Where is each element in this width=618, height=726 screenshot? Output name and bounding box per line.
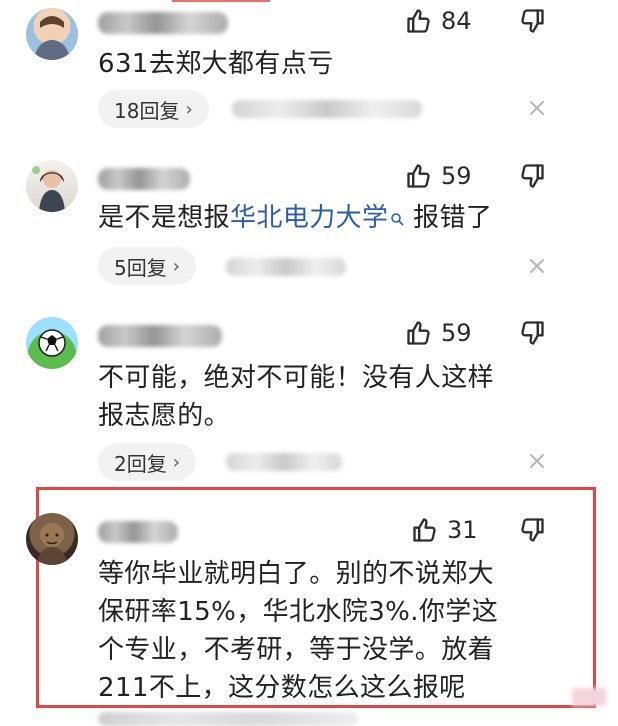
top-red-mark	[172, 0, 270, 2]
comment-text: 是不是想报华北电力大学 报错了	[98, 199, 492, 237]
chevron-right-icon: ›	[172, 255, 180, 277]
comment-text-line: 个专业，不考研，等于没学。放着	[98, 635, 495, 665]
comment-meta-blurred	[226, 453, 342, 471]
avatar-illustration	[34, 16, 70, 60]
comment-text-line: 报志愿的。	[98, 401, 231, 431]
reply-count-label: 5回复	[114, 255, 167, 280]
like-control[interactable]: 59	[405, 159, 472, 193]
comment-text-line: 等你毕业就明白了。别的不说郑大	[98, 559, 495, 589]
like-count: 59	[441, 162, 472, 190]
reply-button[interactable]: 18回复 ›	[98, 90, 209, 128]
reply-count-label: 2回复	[114, 451, 167, 476]
like-count: 59	[441, 319, 472, 347]
avatar-illustration	[36, 523, 68, 565]
thumbs-up-icon[interactable]	[405, 319, 433, 347]
comment-text-line: 不可能，绝对不可能！没有人这样	[98, 363, 495, 393]
thumbs-up-icon[interactable]	[411, 516, 439, 544]
like-count: 84	[441, 7, 472, 35]
comment-text-line: 211不上，这分数怎么这么报呢	[98, 673, 466, 703]
comment-text-suffix: 报错了	[404, 203, 493, 233]
chevron-right-icon: ›	[172, 451, 180, 473]
close-icon[interactable]	[528, 99, 546, 117]
username-blurred[interactable]	[98, 325, 222, 347]
thumbs-down-icon[interactable]	[518, 7, 546, 35]
comment-meta-blurred	[232, 100, 422, 118]
soccer-ball-icon	[38, 329, 66, 357]
close-icon[interactable]	[528, 452, 546, 470]
reply-button[interactable]: 2回复 ›	[98, 443, 196, 481]
thumbs-down-icon[interactable]	[518, 162, 546, 190]
pink-blur-mark	[572, 688, 606, 706]
username-blurred[interactable]	[98, 521, 178, 543]
reply-button[interactable]: 5回复 ›	[98, 247, 196, 285]
avatar[interactable]	[26, 513, 78, 565]
thumbs-up-icon[interactable]	[405, 7, 433, 35]
thumbs-up-icon[interactable]	[405, 162, 433, 190]
thumbs-down-icon[interactable]	[518, 516, 546, 544]
avatar[interactable]	[26, 8, 78, 60]
username-blurred[interactable]	[98, 168, 190, 190]
reply-count-label: 18回复	[114, 98, 180, 123]
avatar[interactable]	[26, 160, 78, 212]
comment-meta-blurred	[226, 258, 346, 276]
university-link[interactable]: 华北电力大学	[230, 203, 388, 233]
like-control[interactable]: 84	[405, 4, 472, 38]
search-icon[interactable]	[390, 199, 404, 237]
chevron-right-icon: ›	[185, 98, 193, 120]
comment-text-prefix: 是不是想报	[98, 203, 231, 233]
thumbs-down-icon[interactable]	[518, 319, 546, 347]
like-control[interactable]: 59	[405, 316, 472, 350]
comment-text-line: 保研率15%，华北水院3%.你学这	[98, 597, 499, 627]
username-blurred[interactable]	[98, 12, 228, 34]
close-icon[interactable]	[528, 257, 546, 275]
like-control[interactable]: 31	[411, 513, 478, 547]
comment-text: 631去郑大都有点亏	[98, 49, 334, 79]
like-count: 31	[447, 516, 478, 544]
avatar-illustration	[32, 166, 65, 212]
avatar[interactable]	[26, 317, 78, 369]
cropped-next-row-blurred	[98, 712, 358, 726]
